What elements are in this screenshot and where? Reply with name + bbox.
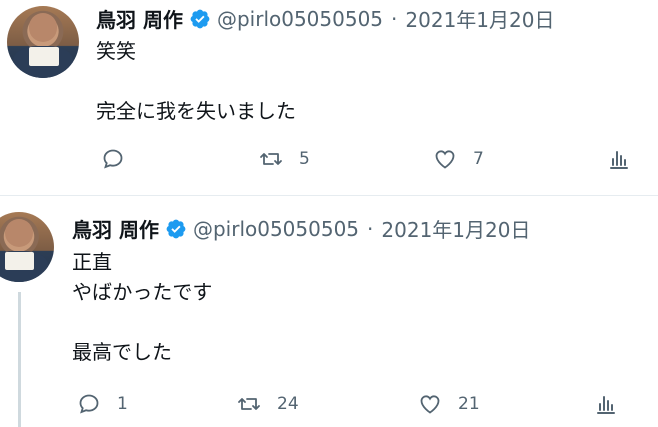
handle[interactable]: @pirlo05050505 — [217, 7, 383, 31]
action-bar: 1 24 21 — [0, 392, 658, 422]
avatar[interactable] — [0, 212, 54, 282]
reply-icon — [103, 149, 123, 169]
tweet[interactable]: 鳥羽 周作 @pirlo05050505 · 2021年1月20日 笑笑 完全に… — [0, 0, 658, 196]
avatar[interactable] — [7, 6, 79, 78]
timestamp[interactable]: 2021年1月20日 — [405, 4, 554, 33]
analytics-button[interactable] — [594, 392, 618, 416]
retweet-icon — [260, 153, 282, 165]
action-bar: 5 7 — [0, 147, 658, 177]
retweet-count: 24 — [277, 394, 299, 414]
reply-icon — [79, 394, 99, 414]
reply-count: 1 — [117, 394, 128, 414]
heart-icon — [420, 395, 440, 414]
analytics-button[interactable] — [607, 147, 631, 171]
retweet-button[interactable]: 5 — [259, 147, 310, 171]
analytics-icon — [610, 151, 628, 169]
retweet-button[interactable]: 24 — [237, 392, 299, 416]
separator: · — [367, 216, 374, 241]
tweet-text: 笑笑 完全に我を失いました — [96, 39, 296, 123]
thread-line — [18, 292, 21, 427]
retweet-count: 5 — [299, 149, 310, 169]
heart-icon — [435, 150, 455, 169]
tweet-header: 鳥羽 周作 @pirlo05050505 · 2021年1月20日 — [72, 214, 530, 243]
separator: · — [391, 6, 398, 31]
reply-button[interactable]: 1 — [77, 392, 128, 416]
like-count: 21 — [458, 394, 480, 414]
tweet[interactable]: 鳥羽 周作 @pirlo05050505 · 2021年1月20日 正直 やばか… — [0, 196, 658, 427]
retweet-icon — [238, 398, 260, 410]
like-button[interactable]: 7 — [433, 147, 484, 171]
handle[interactable]: @pirlo05050505 — [193, 217, 359, 241]
verified-badge-icon — [165, 218, 187, 240]
tweet-header: 鳥羽 周作 @pirlo05050505 · 2021年1月20日 — [96, 4, 554, 33]
analytics-icon — [597, 396, 615, 414]
display-name[interactable]: 鳥羽 周作 — [72, 214, 159, 243]
verified-badge-icon — [189, 8, 211, 30]
like-button[interactable]: 21 — [418, 392, 480, 416]
reply-button[interactable] — [101, 147, 125, 171]
like-count: 7 — [473, 149, 484, 169]
tweet-text: 正直 やばかったです 最高でした — [72, 250, 213, 364]
timestamp[interactable]: 2021年1月20日 — [381, 214, 530, 243]
display-name[interactable]: 鳥羽 周作 — [96, 4, 183, 33]
